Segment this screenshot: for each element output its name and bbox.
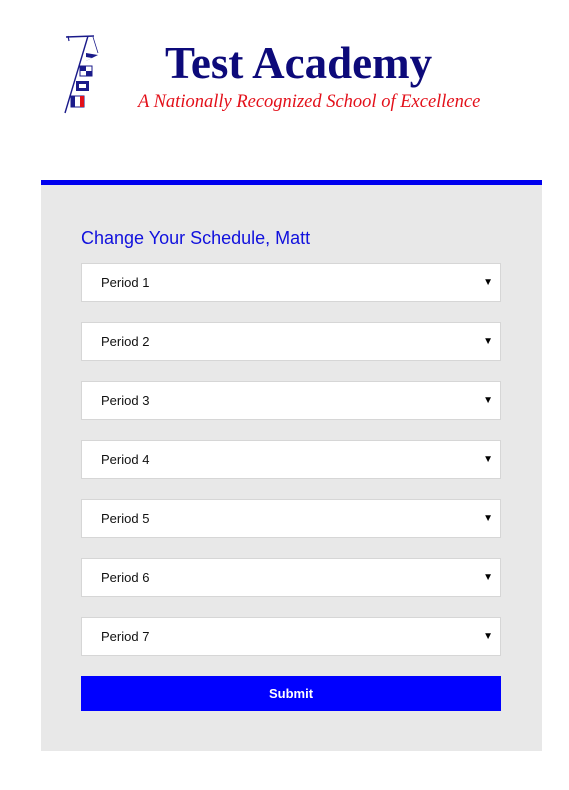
caret-down-icon: ▼ — [483, 277, 493, 288]
period-5-selected-value: Period 5 — [101, 511, 150, 526]
period-6-select[interactable]: Period 6 ▼ — [81, 558, 501, 597]
period-4-selected-value: Period 4 — [101, 452, 150, 467]
period-5-select[interactable]: Period 5 ▼ — [81, 499, 501, 538]
period-4-select[interactable]: Period 4 ▼ — [81, 440, 501, 479]
submit-button[interactable]: Submit — [81, 676, 501, 711]
period-7-selected-value: Period 7 — [101, 629, 150, 644]
period-6-selected-value: Period 6 — [101, 570, 150, 585]
period-1-selected-value: Period 1 — [101, 275, 150, 290]
caret-down-icon: ▼ — [483, 513, 493, 524]
period-3-select[interactable]: Period 3 ▼ — [81, 381, 501, 420]
caret-down-icon: ▼ — [483, 454, 493, 465]
caret-down-icon: ▼ — [483, 336, 493, 347]
caret-down-icon: ▼ — [483, 395, 493, 406]
form-heading: Change Your Schedule, Matt — [81, 228, 311, 248]
period-2-select[interactable]: Period 2 ▼ — [81, 322, 501, 361]
period-2-selected-value: Period 2 — [101, 334, 150, 349]
period-1-select[interactable]: Period 1 ▼ — [81, 263, 501, 302]
nautical-flags-logo-icon — [64, 35, 99, 114]
site-header: Test Academy A Nationally Recognized Sch… — [0, 0, 569, 160]
caret-down-icon: ▼ — [483, 631, 493, 642]
school-tagline: A Nationally Recognized School of Excell… — [138, 92, 481, 112]
period-3-selected-value: Period 3 — [101, 393, 150, 408]
school-name: Test Academy — [165, 38, 433, 88]
period-7-select[interactable]: Period 7 ▼ — [81, 617, 501, 656]
caret-down-icon: ▼ — [483, 572, 493, 583]
schedule-form: Change Your Schedule, Matt Period 1 ▼ Pe… — [41, 180, 542, 751]
